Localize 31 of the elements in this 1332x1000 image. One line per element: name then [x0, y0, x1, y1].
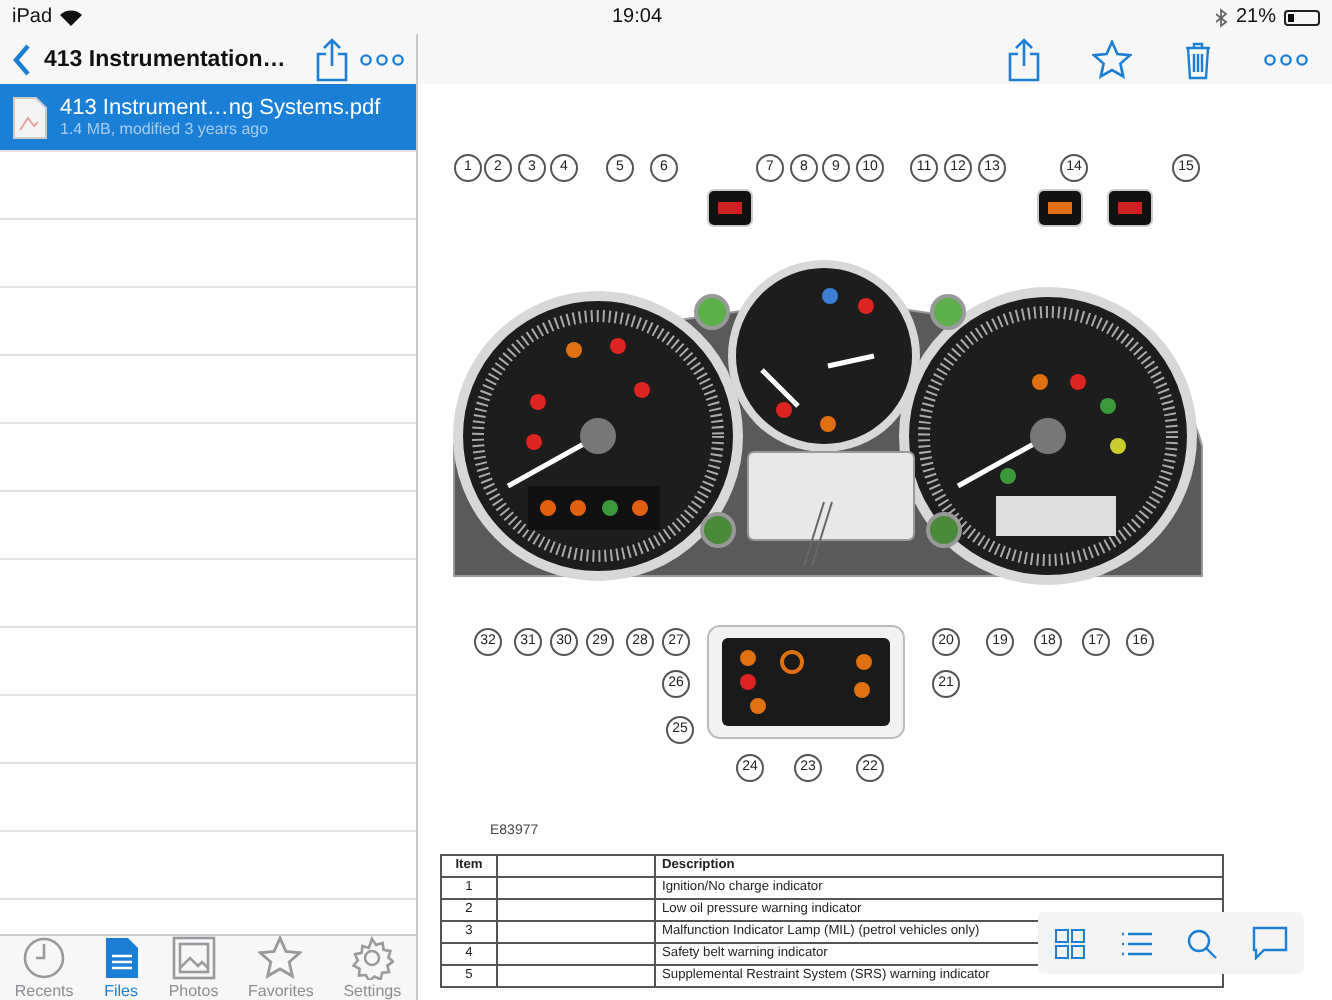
device-name: iPad: [12, 6, 53, 28]
grid-view-icon[interactable]: [1054, 927, 1086, 959]
file-list-item[interactable]: 413 Instrument…ng Systems.pdf 1.4 MB, modified 3 years ago: [0, 84, 416, 152]
clock-time: 19:04: [612, 6, 663, 28]
star-icon[interactable]: [1092, 39, 1132, 79]
battery-percentage: 21%: [1235, 6, 1276, 28]
tab-bar-item[interactable]: Photos: [164, 936, 223, 1000]
clock-icon: [22, 936, 67, 980]
more-icon[interactable]: [1264, 53, 1308, 65]
picture-icon: [171, 936, 216, 980]
trash-icon[interactable]: [1184, 39, 1212, 79]
search-icon[interactable]: [1186, 927, 1218, 959]
tab-bar-item[interactable]: Settings: [339, 936, 406, 1000]
share-icon[interactable]: [316, 37, 348, 81]
share-icon[interactable]: [1008, 37, 1040, 81]
settings-icon: [350, 936, 395, 980]
wifi-icon: [60, 9, 83, 25]
tab-bar-item[interactable]: Files: [99, 936, 144, 1000]
tab-bar-item[interactable]: Favorites: [244, 936, 318, 1000]
back-icon[interactable]: [12, 43, 32, 75]
star-icon: [258, 936, 303, 980]
pdf-file-icon: [12, 95, 48, 139]
folder-title: 413 Instrumentation…: [44, 47, 288, 71]
bluetooth-icon: [1215, 7, 1228, 27]
tab-bar-item[interactable]: Recents: [10, 936, 78, 1000]
battery-icon: [1284, 9, 1320, 25]
file-details: 1.4 MB, modified 3 years ago: [60, 120, 271, 138]
comment-icon[interactable]: [1252, 926, 1288, 960]
list-icon[interactable]: [1120, 929, 1152, 957]
more-icon[interactable]: [360, 53, 404, 65]
file-name: 413 Instrument…ng Systems.pdf: [60, 96, 381, 120]
